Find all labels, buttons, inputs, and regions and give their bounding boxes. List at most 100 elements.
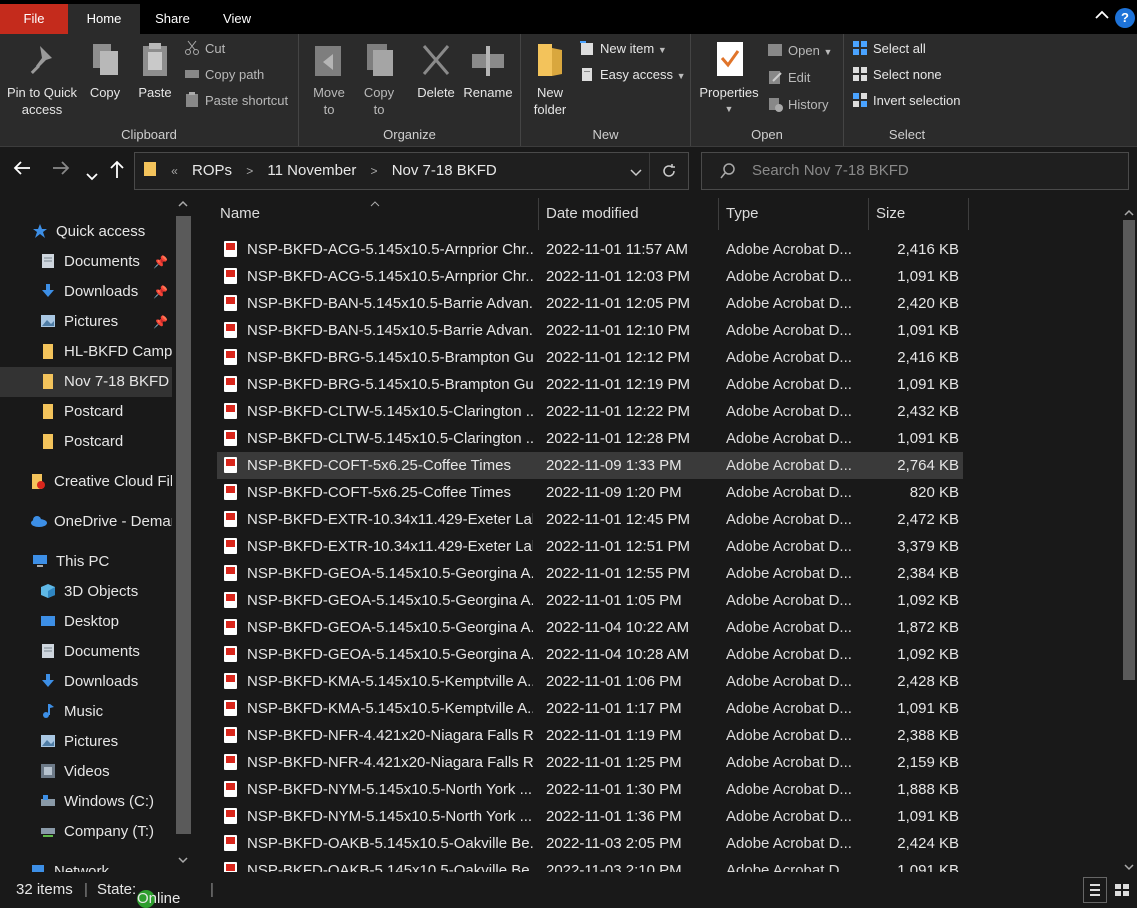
table-row[interactable]: NSP-BKFD-ACG-5.145x10.5-Arnprior Chr... 2… — [217, 263, 963, 290]
delete-button[interactable]: Delete — [413, 38, 459, 101]
scroll-down-icon[interactable] — [178, 856, 188, 867]
breadcrumb-item[interactable]: Nov 7-18 BKFD — [392, 162, 497, 179]
sidebar-item-network[interactable]: Network — [0, 857, 172, 872]
table-row[interactable]: NSP-BKFD-GEOA-5.145x10.5-Georgina A... 20… — [217, 614, 963, 641]
table-row[interactable]: NSP-BKFD-BRG-5.145x10.5-Brampton Gu... 20… — [217, 371, 963, 398]
sidebar-item-windows-c[interactable]: Windows (C:) — [0, 787, 172, 817]
sidebar-item-downloads[interactable]: Downloads — [0, 667, 172, 697]
rename-button[interactable]: Rename — [463, 38, 513, 101]
recent-locations-chevron-icon[interactable] — [86, 164, 98, 187]
history-button[interactable]: History — [767, 94, 828, 116]
back-arrow-icon[interactable] — [12, 159, 32, 183]
sidebar-item-pictures[interactable]: Pictures 📌 — [0, 307, 172, 337]
forward-arrow-icon[interactable] — [51, 159, 71, 183]
overflow-chevron-icon[interactable]: « — [171, 164, 178, 178]
scroll-up-icon[interactable] — [178, 200, 188, 211]
breadcrumb-item[interactable]: ROPs — [192, 162, 232, 179]
sidebar-item-onedrive[interactable]: OneDrive - Demar — [0, 507, 172, 537]
sidebar-item-music[interactable]: Music — [0, 697, 172, 727]
refresh-button[interactable] — [649, 153, 688, 189]
table-row[interactable]: NSP-BKFD-OAKB-5.145x10.5-Oakville Be... 2… — [217, 830, 963, 857]
sidebar-item-documents[interactable]: Documents 📌 — [0, 247, 172, 277]
select-all-button[interactable]: Select all — [852, 38, 926, 60]
file-list-scroll-thumb[interactable] — [1123, 220, 1135, 680]
sidebar-item-quick-access[interactable]: Quick access — [0, 217, 172, 247]
search-input[interactable]: Search Nov 7-18 BKFD — [701, 152, 1129, 190]
invert-selection-button[interactable]: Invert selection — [852, 90, 960, 112]
pin-icon[interactable]: 📌 — [153, 247, 168, 277]
table-row[interactable]: NSP-BKFD-GEOA-5.145x10.5-Georgina A... 20… — [217, 641, 963, 668]
select-none-button[interactable]: Select none — [852, 64, 942, 86]
new-item-button[interactable]: New item ▼ — [579, 38, 667, 60]
table-row[interactable]: NSP-BKFD-ACG-5.145x10.5-Arnprior Chr... 2… — [217, 236, 963, 263]
paste-button[interactable]: Paste — [132, 38, 178, 101]
tab-file[interactable]: File — [0, 4, 68, 34]
collapse-ribbon-icon[interactable] — [1095, 8, 1109, 23]
copy-button[interactable]: Copy — [82, 38, 128, 101]
file-list-scrollbar[interactable] — [1120, 196, 1137, 872]
tab-view[interactable]: View — [205, 4, 269, 34]
open-button[interactable]: Open ▼ — [767, 40, 832, 62]
paste-shortcut-button[interactable]: Paste shortcut — [184, 90, 288, 112]
sidebar-item-nov-7-18-bkfd[interactable]: Nov 7-18 BKFD — [0, 367, 172, 397]
sidebar-item-documents[interactable]: Documents — [0, 637, 172, 667]
pin-icon[interactable]: 📌 — [153, 277, 168, 307]
table-row[interactable]: NSP-BKFD-GEOA-5.145x10.5-Georgina A... 20… — [217, 587, 963, 614]
chevron-right-icon[interactable]: > — [371, 164, 378, 178]
table-row[interactable]: NSP-BKFD-CLTW-5.145x10.5-Clarington ... 2… — [217, 398, 963, 425]
sidebar-scroll-thumb[interactable] — [176, 216, 191, 834]
table-row[interactable]: NSP-BKFD-CLTW-5.145x10.5-Clarington ... 2… — [217, 425, 963, 452]
sidebar-item-postcard[interactable]: Postcard — [0, 427, 172, 457]
edit-button[interactable]: Edit — [767, 67, 810, 89]
scroll-up-icon[interactable] — [1124, 204, 1134, 220]
sidebar-item-postcard[interactable]: Postcard — [0, 397, 172, 427]
sidebar-item-creative-cloud-files[interactable]: Creative Cloud File — [0, 467, 172, 497]
sidebar-scrollbar[interactable] — [174, 196, 193, 872]
column-header-date[interactable]: Date modified — [546, 196, 639, 232]
help-icon[interactable]: ? — [1115, 8, 1135, 28]
sidebar-item-desktop[interactable]: Desktop — [0, 607, 172, 637]
properties-button[interactable]: Properties ▼ — [695, 38, 763, 118]
address-bar[interactable]: « ROPs > 11 November > Nov 7-18 BKFD — [134, 152, 689, 190]
table-row[interactable]: NSP-BKFD-GEOA-5.145x10.5-Georgina A... 20… — [217, 560, 963, 587]
sidebar-item-videos[interactable]: Videos — [0, 757, 172, 787]
column-header-size[interactable]: Size — [876, 196, 905, 232]
table-row[interactable]: NSP-BKFD-NYM-5.145x10.5-North York ... 20… — [217, 803, 963, 830]
column-divider[interactable] — [718, 198, 719, 230]
table-row[interactable]: NSP-BKFD-COFT-5x6.25-Coffee Times 2022-11… — [217, 452, 963, 479]
tab-share[interactable]: Share — [140, 4, 205, 34]
sidebar-item-3d-objects[interactable]: 3D Objects — [0, 577, 172, 607]
table-row[interactable]: NSP-BKFD-BAN-5.145x10.5-Barrie Advan... 2… — [217, 317, 963, 344]
sidebar-item-this-pc[interactable]: This PC — [0, 547, 172, 577]
table-row[interactable]: NSP-BKFD-KMA-5.145x10.5-Kemptville A... 2… — [217, 695, 963, 722]
column-header-name[interactable]: Name — [220, 196, 260, 232]
cut-button[interactable]: Cut — [184, 38, 225, 60]
table-row[interactable]: NSP-BKFD-KMA-5.145x10.5-Kemptville A... 2… — [217, 668, 963, 695]
table-row[interactable]: NSP-BKFD-EXTR-10.34x11.429-Exeter Lak...… — [217, 533, 963, 560]
large-icons-view-button[interactable] — [1110, 877, 1134, 903]
table-row[interactable]: NSP-BKFD-COFT-5x6.25-Coffee Times 2022-11… — [217, 479, 963, 506]
up-arrow-icon[interactable] — [108, 159, 126, 185]
table-row[interactable]: NSP-BKFD-NFR-4.421x20-Niagara Falls R...… — [217, 749, 963, 776]
move-to-button[interactable]: Move to — [307, 38, 351, 118]
copy-to-button[interactable]: Copy to — [357, 38, 401, 118]
copy-path-button[interactable]: Copy path — [184, 64, 264, 86]
table-row[interactable]: NSP-BKFD-NYM-5.145x10.5-North York ... 20… — [217, 776, 963, 803]
tab-home[interactable]: Home — [68, 4, 140, 34]
column-divider[interactable] — [538, 198, 539, 230]
pin-to-quick-access-button[interactable]: Pin to Quick access — [4, 38, 80, 118]
breadcrumb-item[interactable]: 11 November — [267, 162, 356, 179]
sidebar-item-downloads[interactable]: Downloads 📌 — [0, 277, 172, 307]
column-divider[interactable] — [868, 198, 869, 230]
table-row[interactable]: NSP-BKFD-OAKB-5.145x10.5-Oakville Be... 2… — [217, 857, 963, 872]
sidebar-item-hl-bkfd-campa[interactable]: HL-BKFD Campa — [0, 337, 172, 367]
address-dropdown-icon[interactable] — [630, 164, 642, 180]
new-folder-button[interactable]: New folder — [527, 38, 573, 118]
table-row[interactable]: NSP-BKFD-BAN-5.145x10.5-Barrie Advan... 2… — [217, 290, 963, 317]
sidebar-item-company-t[interactable]: Company (T:) — [0, 817, 172, 847]
details-view-button[interactable] — [1083, 877, 1107, 903]
easy-access-button[interactable]: Easy access ▼ — [579, 64, 686, 86]
pin-icon[interactable]: 📌 — [153, 307, 168, 337]
column-divider[interactable] — [968, 198, 969, 230]
sidebar-item-pictures[interactable]: Pictures — [0, 727, 172, 757]
